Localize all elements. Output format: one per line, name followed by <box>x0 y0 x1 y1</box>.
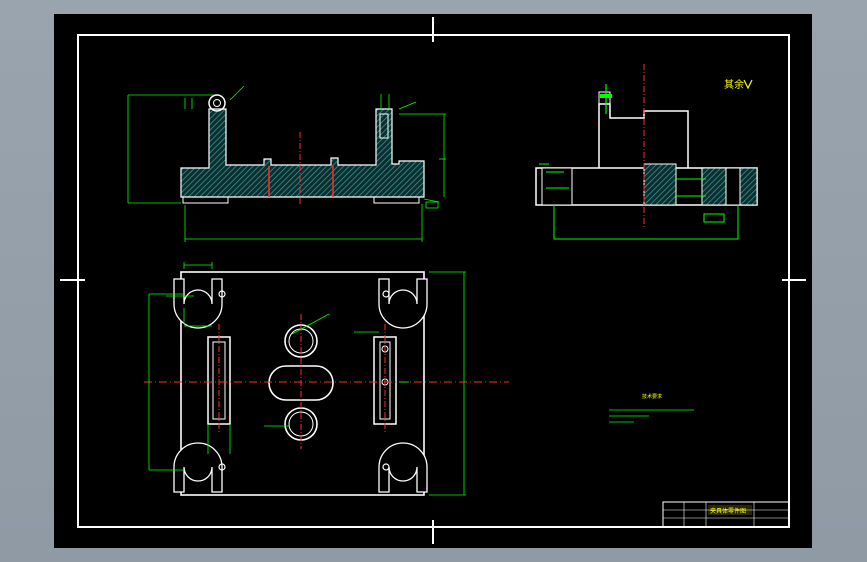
front-foot-left <box>182 196 229 204</box>
title-block: 夹具体零件图 <box>662 501 790 528</box>
side-roughness-note: 其余 <box>724 78 744 91</box>
side-section-hatch <box>643 163 677 206</box>
cad-viewport[interactable]: 其余 技术要求 夹具体零件图 <box>54 14 812 548</box>
front-foot-right <box>373 196 420 204</box>
title-block-title: 夹具体零件图 <box>710 507 746 515</box>
front-section-view <box>127 85 446 242</box>
side-section-view: 其余 <box>535 64 758 240</box>
technical-notes: 技术要求 <box>609 393 694 423</box>
plan-view <box>144 262 509 496</box>
cad-drawing-canvas: 其余 技术要求 夹具体零件图 <box>60 17 806 544</box>
notes-heading: 技术要求 <box>642 393 662 400</box>
